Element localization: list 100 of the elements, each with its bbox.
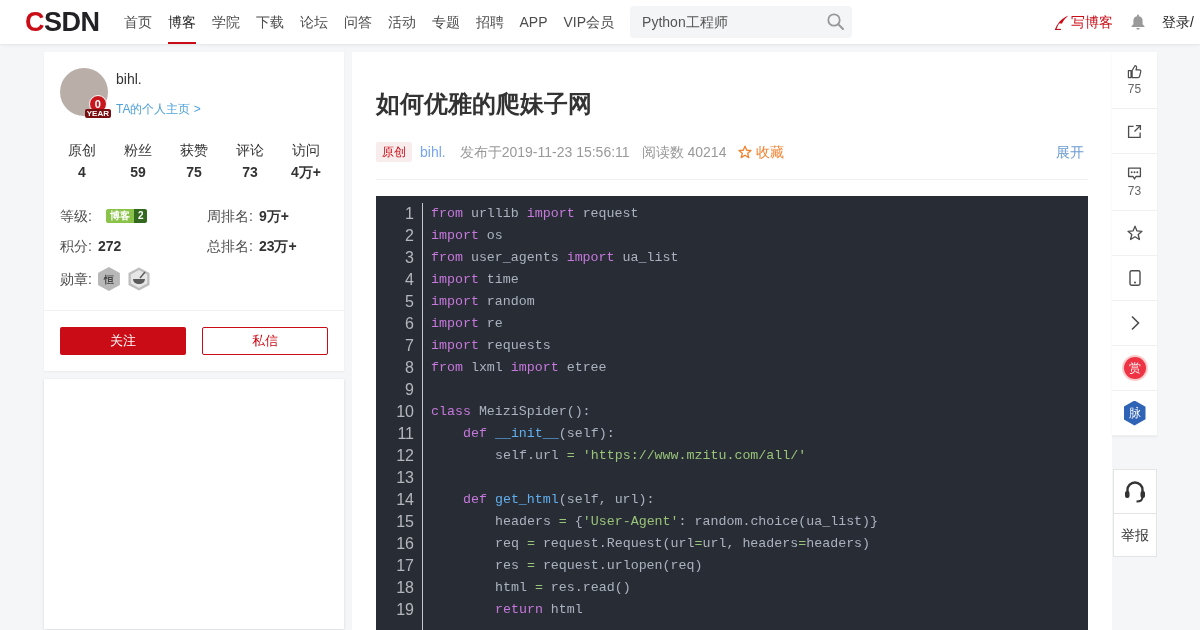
reward-button[interactable]: 赏 bbox=[1112, 346, 1157, 391]
line-number: 17 bbox=[396, 556, 414, 576]
login-link[interactable]: 登录/ bbox=[1162, 11, 1194, 33]
code-line: import os bbox=[431, 227, 503, 245]
nav-link[interactable]: VIP会员 bbox=[563, 0, 615, 44]
line-number: 2 bbox=[405, 226, 414, 246]
level-tag: 博客 bbox=[105, 209, 134, 223]
network-button[interactable]: 脉 bbox=[1112, 391, 1157, 436]
bowl-medal-icon[interactable] bbox=[127, 267, 150, 291]
quill-pen-icon bbox=[1054, 14, 1070, 30]
medal-badge[interactable]: 恒 bbox=[97, 267, 120, 291]
bell-icon[interactable] bbox=[1131, 14, 1146, 30]
line-number: 14 bbox=[396, 490, 414, 510]
headset-icon bbox=[1124, 479, 1146, 504]
phone-icon bbox=[1128, 270, 1141, 286]
thumb-up-icon bbox=[1127, 64, 1142, 79]
line-number: 7 bbox=[405, 336, 414, 356]
nav-link[interactable]: 博客 bbox=[167, 0, 196, 44]
stat-label: 评论 bbox=[236, 141, 264, 160]
line-number: 10 bbox=[396, 402, 414, 422]
info-label: 积分: bbox=[60, 236, 92, 256]
comment-icon bbox=[1127, 166, 1142, 181]
code-line: html = res.read() bbox=[495, 579, 631, 597]
line-number: 15 bbox=[396, 512, 414, 532]
code-line: import random bbox=[431, 293, 535, 311]
stat-value: 4 bbox=[78, 163, 86, 182]
stat-label: 获赞 bbox=[180, 141, 208, 160]
like-button[interactable]: 75 bbox=[1112, 52, 1157, 109]
chevron-right-icon bbox=[1129, 315, 1140, 331]
line-number: 19 bbox=[396, 600, 414, 620]
line-number: 9 bbox=[405, 380, 414, 400]
code-line: from urllib import request bbox=[431, 205, 639, 223]
stat-value: 75 bbox=[186, 163, 202, 182]
info-value: 23万+ bbox=[258, 236, 297, 256]
nav-link[interactable]: 招聘 bbox=[475, 0, 504, 44]
comment-button[interactable]: 73 bbox=[1112, 154, 1157, 211]
code-line: import re bbox=[431, 315, 503, 333]
follow-button[interactable]: 关注 bbox=[60, 327, 186, 355]
code-line: req = request.Request(url=url, headers=headers) bbox=[495, 535, 871, 553]
line-number: 11 bbox=[397, 424, 414, 444]
original-tag: 原创 bbox=[376, 142, 412, 162]
line-number: 13 bbox=[396, 468, 414, 488]
share-icon bbox=[1127, 123, 1142, 139]
message-button[interactable]: 私信 bbox=[202, 327, 328, 355]
badge-label: YEAR bbox=[84, 109, 111, 118]
line-number: 16 bbox=[396, 534, 414, 554]
search-icon[interactable] bbox=[827, 13, 845, 30]
info-label: 周排名: bbox=[207, 206, 253, 226]
info-value: 9万+ bbox=[258, 206, 289, 226]
hexagon-badge: 脉 bbox=[1123, 400, 1146, 426]
nav-link[interactable]: 学院 bbox=[211, 0, 240, 44]
read-count: 阅读数 40214 bbox=[641, 142, 727, 162]
stat-value: 73 bbox=[242, 163, 258, 182]
line-number: 1 bbox=[405, 204, 414, 224]
comment-count: 73 bbox=[1127, 184, 1142, 198]
user-name[interactable]: bihl. bbox=[116, 69, 142, 89]
stat-label: 原创 bbox=[68, 141, 96, 160]
nav-link[interactable]: 下载 bbox=[255, 0, 284, 44]
avatar-placeholder[interactable] bbox=[60, 68, 108, 116]
nav-link[interactable]: APP bbox=[519, 0, 548, 44]
code-line: headers = {'User-Agent': random.choice(ua_list)} bbox=[495, 513, 879, 531]
stat-value: 59 bbox=[130, 163, 146, 182]
nav-link[interactable]: 首页 bbox=[123, 0, 152, 44]
code-line: class MeiziSpider(): bbox=[431, 403, 591, 421]
line-number: 6 bbox=[405, 314, 414, 334]
line-number: 8 bbox=[405, 358, 414, 378]
line-number: 18 bbox=[396, 578, 414, 598]
info-label: 总排名: bbox=[207, 236, 253, 256]
info-label: 等级: bbox=[60, 206, 92, 226]
share-button[interactable] bbox=[1112, 109, 1157, 154]
info-value: 272 bbox=[97, 236, 122, 256]
nav-link[interactable]: 问答 bbox=[343, 0, 372, 44]
line-number: 12 bbox=[396, 446, 414, 466]
code-line: import requests bbox=[431, 337, 551, 355]
star-icon bbox=[1126, 225, 1143, 241]
article-title: 如何优雅的爬妹子网 bbox=[376, 89, 593, 119]
code-line: return html bbox=[495, 601, 583, 619]
code-line: res = request.urlopen(req) bbox=[495, 557, 703, 575]
nav-link[interactable]: 活动 bbox=[387, 0, 416, 44]
nav-link[interactable]: 论坛 bbox=[299, 0, 328, 44]
write-blog-link[interactable]: 写博客 bbox=[1054, 11, 1114, 33]
publish-date: 发布于2019-11-23 15:56:11 bbox=[459, 142, 630, 162]
stat-value: 4万+ bbox=[291, 163, 321, 182]
info-label: 勋章: bbox=[60, 269, 92, 289]
csdn-logo[interactable]: CSDN bbox=[25, 7, 100, 37]
favorite-button[interactable] bbox=[1112, 211, 1157, 256]
mobile-button[interactable] bbox=[1112, 256, 1157, 301]
report-button[interactable]: 举报 bbox=[1114, 513, 1156, 556]
code-line: def __init__(self): bbox=[463, 425, 615, 443]
code-line: import time bbox=[431, 271, 519, 289]
line-number: 3 bbox=[405, 248, 414, 268]
star-icon bbox=[738, 145, 753, 159]
reward-badge: 赏 bbox=[1123, 357, 1146, 379]
stat-label: 粉丝 bbox=[124, 141, 152, 160]
code-line: self.url = 'https://www.mzitu.com/all/' bbox=[495, 447, 807, 465]
search-field[interactable]: Python工程师 bbox=[630, 6, 853, 38]
line-number: 5 bbox=[405, 292, 414, 312]
nav-link[interactable]: 专题 bbox=[431, 0, 460, 44]
line-number: 4 bbox=[405, 270, 414, 290]
code-line: from user_agents import ua_list bbox=[431, 249, 679, 267]
